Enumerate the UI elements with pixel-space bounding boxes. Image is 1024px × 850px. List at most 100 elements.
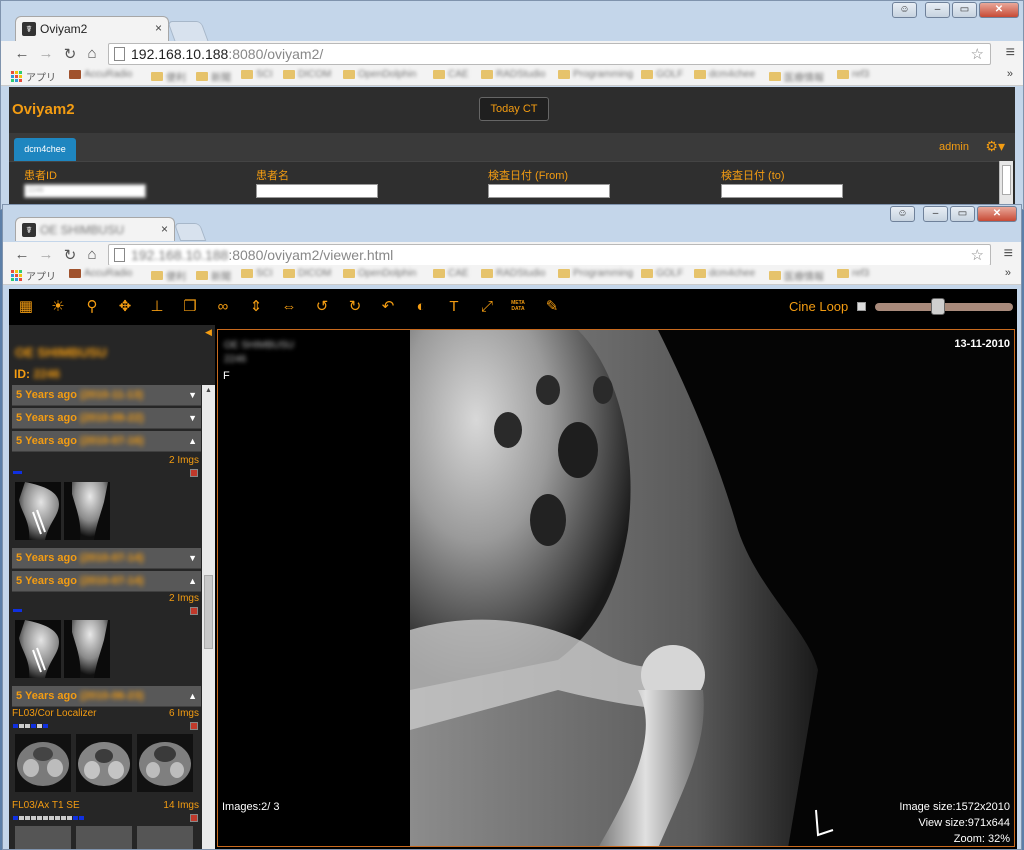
- apps-shortcut[interactable]: アプリ: [11, 69, 56, 84]
- bookmark-item[interactable]: AccuRadio: [69, 268, 132, 279]
- link-icon[interactable]: ∞: [214, 298, 232, 316]
- tab-close-icon[interactable]: ×: [155, 21, 162, 35]
- bookmark-item[interactable]: ref3: [837, 69, 869, 80]
- minimize-icon[interactable]: –: [923, 206, 948, 222]
- close-window-icon[interactable]: ✕: [979, 2, 1019, 18]
- series-thumbnail[interactable]: [137, 734, 193, 792]
- series-thumbnail[interactable]: [15, 482, 61, 540]
- bookmark-item[interactable]: OpenDolphin: [343, 69, 416, 80]
- bookmark-item[interactable]: 新聞: [196, 268, 231, 283]
- bookmark-item[interactable]: 新聞: [196, 69, 231, 84]
- expand-icon[interactable]: ▼: [188, 548, 197, 569]
- rotate-left-icon[interactable]: ↺: [313, 298, 331, 316]
- study-header[interactable]: 5 Years ago (2010-07-14) ▲: [12, 571, 201, 592]
- series-thumbnail[interactable]: [76, 826, 132, 849]
- bookmark-item[interactable]: 便利: [151, 268, 186, 283]
- tab-dcm4chee[interactable]: dcm4chee: [14, 138, 76, 161]
- browser-menu-icon[interactable]: ≡: [1004, 245, 1013, 263]
- bookmark-item[interactable]: 医療情報: [769, 69, 824, 84]
- metadata-icon[interactable]: META DATA: [509, 300, 527, 318]
- user-icon[interactable]: ☺: [892, 2, 917, 18]
- bookmark-item[interactable]: DICOM: [283, 268, 331, 279]
- bookmark-item[interactable]: 医療情報: [769, 268, 824, 283]
- address-bar[interactable]: 192.168.10.188:8080/oviyam2/viewer.html …: [108, 244, 991, 266]
- date-from-input[interactable]: [488, 184, 610, 198]
- fullscreen-icon[interactable]: ⤢: [478, 298, 496, 316]
- cine-loop-checkbox[interactable]: [857, 302, 866, 311]
- study-list-scrollbar[interactable]: ▲: [202, 385, 215, 849]
- gear-icon[interactable]: ⚙▾: [985, 138, 1005, 155]
- bookmark-item[interactable]: CAE: [433, 268, 469, 279]
- user-icon[interactable]: ☺: [890, 206, 915, 222]
- forward-arrow-icon[interactable]: →: [37, 45, 55, 62]
- study-header[interactable]: 5 Years ago (2010-07-14) ▼: [12, 548, 201, 569]
- new-tab-button[interactable]: [167, 21, 209, 42]
- reload-icon[interactable]: ↻: [61, 246, 79, 264]
- tab-close-icon[interactable]: ×: [161, 222, 168, 236]
- bookmark-item[interactable]: SCI: [241, 69, 273, 80]
- page-scrollbar[interactable]: [999, 161, 1013, 209]
- reset-icon[interactable]: ↶: [379, 298, 397, 316]
- bookmark-item[interactable]: AccuRadio: [69, 69, 132, 80]
- series-select-box[interactable]: [190, 469, 198, 477]
- bookmark-item[interactable]: RADStudio: [481, 268, 545, 279]
- series-thumbnail[interactable]: [15, 734, 71, 792]
- series-thumbnail[interactable]: [64, 482, 110, 540]
- study-header[interactable]: 5 Years ago (2010-09-22) ▼: [12, 408, 201, 429]
- zoom-icon[interactable]: ⚲: [83, 298, 101, 316]
- new-tab-button[interactable]: [173, 223, 207, 241]
- series-thumbnail[interactable]: [64, 620, 110, 678]
- browser-menu-icon[interactable]: ≡: [1006, 44, 1015, 62]
- patient-name-input[interactable]: [256, 184, 378, 198]
- rotate-right-icon[interactable]: ↻: [346, 298, 364, 316]
- scroll-up-icon[interactable]: ▲: [205, 387, 212, 394]
- user-menu[interactable]: admin: [939, 141, 969, 153]
- restore-icon[interactable]: ▭: [952, 2, 977, 18]
- pan-icon[interactable]: ✥: [116, 298, 134, 316]
- date-to-input[interactable]: [721, 184, 843, 198]
- bookmark-item[interactable]: SCI: [241, 268, 273, 279]
- series-select-box[interactable]: [190, 607, 198, 615]
- bookmark-item[interactable]: GOLF: [641, 69, 683, 80]
- study-header[interactable]: 5 Years ago (2010-07-16) ▲: [12, 431, 201, 452]
- bookmark-item[interactable]: 便利: [151, 69, 186, 84]
- scrollbar-thumb[interactable]: [1002, 165, 1011, 195]
- bookmark-star-icon[interactable]: ☆: [971, 246, 984, 264]
- bookmark-item[interactable]: CAE: [433, 69, 469, 80]
- bookmark-item[interactable]: Programming: [558, 268, 633, 279]
- measure-tools-icon[interactable]: ✎: [543, 298, 561, 316]
- synchronize-icon[interactable]: ❐: [181, 298, 199, 316]
- back-arrow-icon[interactable]: ←: [13, 45, 31, 62]
- window-level-icon[interactable]: ☀: [49, 298, 67, 316]
- collapse-icon[interactable]: ▲: [188, 686, 197, 707]
- image-viewport[interactable]: OE SHIMBUSU 2246 F 13-11-2010 Images:2/ …: [217, 329, 1015, 847]
- bookmark-item[interactable]: OpenDolphin: [343, 268, 416, 279]
- study-header[interactable]: 5 Years ago (2010-11-13) ▼: [12, 385, 201, 406]
- apps-shortcut[interactable]: アプリ: [11, 268, 56, 283]
- back-arrow-icon[interactable]: ←: [13, 246, 31, 263]
- patient-id-input[interactable]: 2246: [24, 184, 146, 198]
- bookmark-item[interactable]: DICOM: [283, 69, 331, 80]
- collapse-icon[interactable]: ▲: [188, 571, 197, 592]
- bookmark-item[interactable]: GOLF: [641, 268, 683, 279]
- bookmark-item[interactable]: RADStudio: [481, 69, 545, 80]
- restore-icon[interactable]: ▭: [950, 206, 975, 222]
- bookmark-item[interactable]: Programming: [558, 69, 633, 80]
- minimize-icon[interactable]: –: [925, 2, 950, 18]
- bookmarks-overflow-icon[interactable]: »: [1005, 267, 1011, 279]
- browser-tab-viewer[interactable]: ☤ OE SHIMBUSU ×: [15, 217, 175, 241]
- series-select-box[interactable]: [190, 722, 198, 730]
- layout-grid-icon[interactable]: ▦: [17, 298, 35, 316]
- horizontal-flip-icon[interactable]: ⇔: [280, 298, 298, 316]
- reload-icon[interactable]: ↻: [61, 45, 79, 63]
- address-bar[interactable]: 192.168.10.188:8080/oviyam2/ ☆: [108, 43, 991, 65]
- vertical-flip-icon[interactable]: ⇕: [247, 298, 265, 316]
- text-overlay-icon[interactable]: T: [445, 298, 463, 316]
- expand-icon[interactable]: ▼: [188, 408, 197, 429]
- scout-icon[interactable]: ⊥: [148, 298, 166, 316]
- home-icon[interactable]: ⌂: [83, 45, 101, 62]
- today-ct-button[interactable]: Today CT: [479, 97, 549, 121]
- bookmark-item[interactable]: ref3: [837, 268, 869, 279]
- collapse-icon[interactable]: ▲: [188, 431, 197, 452]
- bookmark-star-icon[interactable]: ☆: [971, 45, 984, 63]
